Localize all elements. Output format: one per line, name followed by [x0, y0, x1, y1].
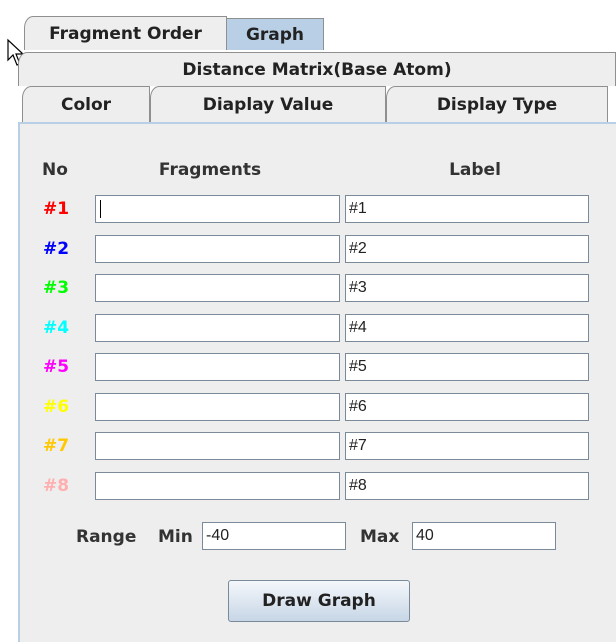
fragment-input[interactable]: [95, 235, 340, 263]
fragment-input[interactable]: [95, 432, 340, 460]
tab-display-type[interactable]: Display Type: [386, 86, 608, 122]
range-min-input[interactable]: -40: [202, 522, 346, 550]
label-input[interactable]: #7: [345, 432, 589, 460]
min-label: Min: [158, 527, 193, 547]
label-input[interactable]: #3: [345, 274, 589, 302]
label-input[interactable]: #4: [345, 314, 589, 342]
row-number: #2: [43, 239, 70, 259]
row-number: #5: [43, 357, 70, 377]
tab-display-value[interactable]: Diaplay Value: [150, 86, 386, 122]
text-caret: [100, 200, 101, 218]
fragment-input[interactable]: [95, 274, 340, 302]
fragment-input[interactable]: [95, 472, 340, 500]
tab-graph[interactable]: Graph: [226, 18, 324, 50]
header-no: No: [42, 160, 68, 180]
fragment-input[interactable]: [95, 353, 340, 381]
row-number: #7: [43, 436, 70, 456]
range-max-input[interactable]: 40: [412, 522, 556, 550]
header-fragments: Fragments: [158, 160, 262, 180]
tab-color[interactable]: Color: [22, 86, 150, 122]
draw-graph-button[interactable]: Draw Graph: [228, 580, 410, 622]
tab-fragment-order[interactable]: Fragment Order: [24, 16, 227, 50]
fragment-input[interactable]: [95, 195, 340, 223]
header-label: Label: [449, 160, 501, 180]
fragment-input[interactable]: [95, 314, 340, 342]
label-input[interactable]: #1: [345, 195, 589, 223]
row-number: #1: [43, 199, 70, 219]
row-number: #3: [43, 278, 70, 298]
row-number: #8: [43, 476, 70, 496]
label-input[interactable]: #5: [345, 353, 589, 381]
tab-distance-matrix[interactable]: Distance Matrix(Base Atom): [18, 52, 616, 86]
row-number: #4: [43, 318, 70, 338]
range-label: Range: [76, 527, 137, 547]
label-input[interactable]: #6: [345, 393, 589, 421]
max-label: Max: [360, 527, 400, 547]
label-input[interactable]: #2: [345, 235, 589, 263]
row-number: #6: [43, 397, 70, 417]
fragment-input[interactable]: [95, 393, 340, 421]
label-input[interactable]: #8: [345, 472, 589, 500]
